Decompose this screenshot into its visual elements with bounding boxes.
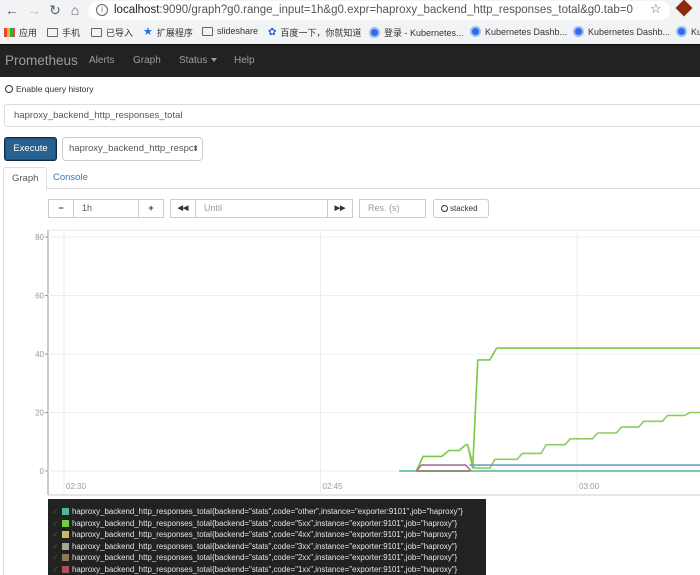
check-icon[interactable]: ✓ (52, 507, 60, 516)
legend-item[interactable]: ✓ haproxy_backend_http_responses_total{ba… (48, 541, 486, 553)
legend-item[interactable]: ✓ haproxy_backend_http_responses_total{ba… (48, 506, 486, 518)
legend-label: haproxy_backend_http_responses_total{bac… (72, 553, 458, 563)
legend-item[interactable]: ✓ haproxy_backend_http_responses_total{ba… (48, 552, 486, 564)
y-tick-label: 80 (35, 233, 44, 242)
graph-chart[interactable]: 0 20 40 60 80 02:30 02:45 03:00 (0, 0, 700, 500)
legend-item[interactable]: ✓ haproxy_backend_http_responses_total{ba… (48, 529, 486, 541)
legend-swatch (62, 554, 69, 562)
series-line (415, 347, 700, 472)
y-tick-label: 60 (35, 292, 44, 301)
legend-label: haproxy_backend_http_responses_total{bac… (72, 564, 458, 574)
legend-swatch (62, 519, 69, 527)
legend-swatch (62, 542, 69, 550)
legend-item[interactable]: ✓ haproxy_backend_http_responses_total{ba… (48, 564, 486, 575)
y-tick-label: 20 (35, 409, 44, 418)
x-tick-label: 02:30 (66, 482, 87, 491)
legend-swatch (62, 508, 69, 516)
legend-label: haproxy_backend_http_responses_total{bac… (72, 530, 458, 540)
check-icon[interactable]: ✓ (52, 565, 60, 574)
legend-swatch (62, 565, 69, 573)
x-tick-label: 03:00 (579, 482, 600, 491)
legend-item[interactable]: ✓ haproxy_backend_http_responses_total{ba… (48, 518, 486, 530)
legend-swatch (62, 531, 69, 539)
x-tick-label: 02:45 (323, 482, 344, 491)
check-icon[interactable]: ✓ (52, 542, 60, 551)
legend-label: haproxy_backend_http_responses_total{bac… (72, 518, 458, 528)
graph-legend: ✓ haproxy_backend_http_responses_total{ba… (48, 499, 486, 575)
y-tick-label: 40 (35, 350, 44, 359)
series-line (415, 464, 472, 472)
series-line (466, 411, 700, 469)
legend-label: haproxy_backend_http_responses_total{bac… (72, 541, 458, 551)
legend-label: haproxy_backend_http_responses_total{bac… (72, 507, 463, 517)
check-icon[interactable]: ✓ (52, 519, 60, 528)
y-tick-label: 0 (40, 467, 45, 476)
check-icon[interactable]: ✓ (52, 553, 60, 562)
check-icon[interactable]: ✓ (52, 530, 60, 539)
